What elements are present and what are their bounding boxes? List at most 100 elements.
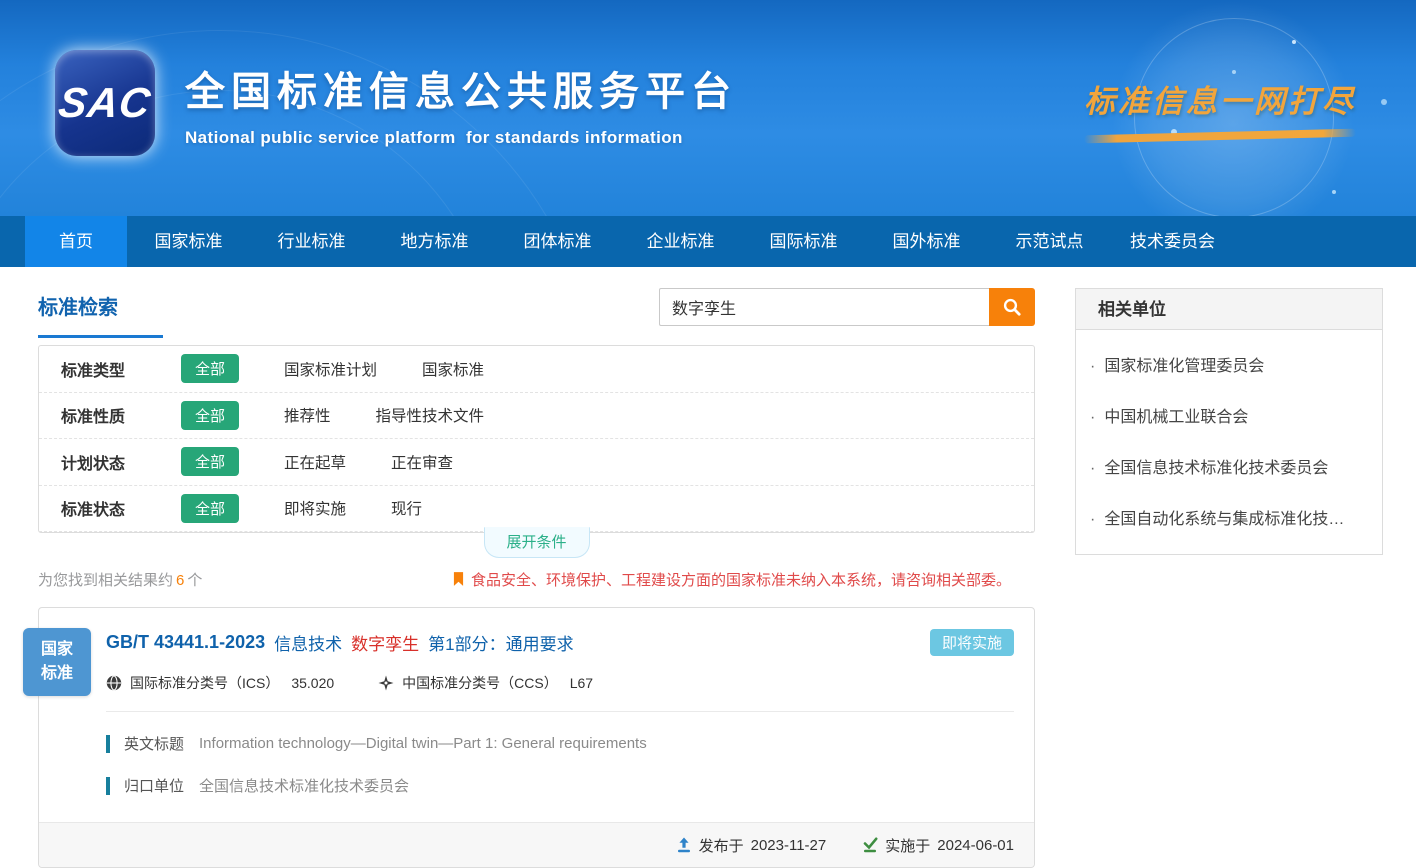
standard-title-part1[interactable]: 信息技术 xyxy=(274,630,342,655)
nav-item-local-standards[interactable]: 地方标准 xyxy=(373,216,496,267)
tab-standard-search[interactable]: 标准检索 xyxy=(38,291,163,338)
ccs-label: 中国标准分类号（CCS） xyxy=(402,673,558,693)
bullet: · xyxy=(1090,358,1095,375)
filter-option[interactable]: 指导性技术文件 xyxy=(376,404,485,426)
nav-item-technical-committees[interactable]: 技术委员会 xyxy=(1111,216,1234,267)
ics-value: 35.020 xyxy=(291,675,334,691)
related-units-title: 相关单位 xyxy=(1076,289,1382,330)
published-label: 发布于 xyxy=(699,835,744,856)
nav-item-pilot-programs[interactable]: 示范试点 xyxy=(988,216,1111,267)
search-input[interactable] xyxy=(659,288,989,326)
filter-option[interactable]: 正在审查 xyxy=(391,451,453,473)
ccs-group: 中国标准分类号（CCS） L67 xyxy=(378,673,593,693)
sac-logo[interactable]: SAC xyxy=(55,50,155,156)
bullet: · xyxy=(1090,460,1095,477)
filter-label: 计划状态 xyxy=(61,450,153,474)
filter-all-badge[interactable]: 全部 xyxy=(181,447,239,476)
nav-item-industry-standards[interactable]: 行业标准 xyxy=(250,216,373,267)
nav-item-enterprise-standards[interactable]: 企业标准 xyxy=(619,216,742,267)
search-box xyxy=(659,288,1035,326)
implemented-date: 2024-06-01 xyxy=(937,837,1014,854)
ics-label: 国际标准分类号（ICS） xyxy=(130,673,279,693)
nav-item-group-standards[interactable]: 团体标准 xyxy=(496,216,619,267)
filter-row-standard-nature: 标准性质 全部 推荐性 指导性技术文件 xyxy=(39,393,1034,440)
filter-option[interactable]: 现行 xyxy=(391,497,422,519)
filter-option[interactable]: 正在起草 xyxy=(284,451,346,473)
search-button[interactable] xyxy=(989,288,1035,326)
nav-item-foreign-standards[interactable]: 国外标准 xyxy=(865,216,988,267)
publish-upload-icon xyxy=(676,837,692,853)
result-meta-row: 为您找到相关结果约6个 食品安全、环境保护、工程建设方面的国家标准未纳入本系统，… xyxy=(38,569,1035,590)
notice-text: 食品安全、环境保护、工程建设方面的国家标准未纳入本系统，请咨询相关部委。 xyxy=(471,569,1011,590)
teal-bar xyxy=(106,735,110,753)
filter-option[interactable]: 推荐性 xyxy=(284,404,331,426)
detail-label: 英文标题 xyxy=(124,733,184,754)
filter-option[interactable]: 国家标准 xyxy=(422,358,484,380)
related-unit-label: 全国信息技术标准化技术委员会 xyxy=(1104,460,1328,477)
related-units-panel: 相关单位 · 国家标准化管理委员会 · 中国机械工业联合会 · 全国信息技术标准化技术… xyxy=(1075,288,1383,555)
detail-label: 归口单位 xyxy=(124,775,184,796)
nav-item-national-standards[interactable]: 国家标准 xyxy=(127,216,250,267)
implemented-date-group: 实施于 2024-06-01 xyxy=(862,835,1014,856)
site-header: SAC 全国标准信息公共服务平台 National public service… xyxy=(0,0,1416,216)
related-unit-item[interactable]: · 全国信息技术标准化技术委员会 xyxy=(1084,440,1368,491)
filter-option[interactable]: 即将实施 xyxy=(284,497,346,519)
standard-type-tag-line1: 国家 xyxy=(23,638,91,662)
site-subtitle: National public service platform for sta… xyxy=(185,128,737,148)
status-badge: 即将实施 xyxy=(930,629,1014,656)
filter-panel: 标准类型 全部 国家标准计划 国家标准 标准性质 全部 推荐性 指导性技术文件 … xyxy=(38,345,1035,533)
detail-row-english-title: 英文标题 Information technology—Digital twin… xyxy=(106,733,1014,754)
globe-icon xyxy=(106,675,122,691)
decorative-dots xyxy=(1292,40,1296,44)
detail-value: Information technology—Digital twin—Part… xyxy=(199,735,647,752)
result-summary: 为您找到相关结果约6个 xyxy=(38,569,202,590)
detail-value: 全国信息技术标准化技术委员会 xyxy=(199,775,409,796)
bookmark-icon xyxy=(453,572,464,587)
page: SAC 全国标准信息公共服务平台 National public service… xyxy=(0,0,1416,868)
standard-type-tag-line2: 标准 xyxy=(23,662,91,686)
slogan-text: 标准信息一网打尽 xyxy=(1084,76,1356,121)
published-date: 2023-11-27 xyxy=(751,837,827,854)
implemented-label: 实施于 xyxy=(885,835,930,856)
related-unit-label: 中国机械工业联合会 xyxy=(1104,409,1248,426)
bullet: · xyxy=(1090,409,1095,426)
standard-code-link[interactable]: GB/T 43441.1-2023 xyxy=(106,632,265,653)
related-unit-label: 全国自动化系统与集成标准化技… xyxy=(1104,511,1344,528)
slogan: 标准信息一网打尽 xyxy=(1084,76,1356,140)
search-section: 标准检索 xyxy=(38,267,1035,345)
standard-title-highlight[interactable]: 数字孪生 xyxy=(351,630,419,655)
filter-all-badge[interactable]: 全部 xyxy=(181,494,239,523)
filter-all-badge[interactable]: 全部 xyxy=(181,354,239,383)
sac-logo-text: SAC xyxy=(56,79,154,127)
related-unit-item[interactable]: · 中国机械工业联合会 xyxy=(1084,389,1368,440)
result-card: 国家 标准 GB/T 43441.1-2023 信息技术 数字孪生 第1部分：通… xyxy=(38,607,1035,868)
magnifier-icon xyxy=(1002,297,1022,317)
result-summary-suffix: 个 xyxy=(187,572,202,589)
implement-check-icon xyxy=(862,837,878,853)
related-unit-item[interactable]: · 全国自动化系统与集成标准化技… xyxy=(1084,491,1368,542)
tab-standard-search-label: 标准检索 xyxy=(38,297,118,319)
ics-group: 国际标准分类号（ICS） 35.020 xyxy=(106,673,334,693)
result-count: 6 xyxy=(176,572,184,589)
card-title-row: GB/T 43441.1-2023 信息技术 数字孪生 第1部分：通用要求 即将… xyxy=(106,629,1014,656)
related-unit-item[interactable]: · 国家标准化管理委员会 xyxy=(1084,338,1368,389)
filter-label: 标准状态 xyxy=(61,496,153,520)
related-units-list: · 国家标准化管理委员会 · 中国机械工业联合会 · 全国信息技术标准化技术委员会 ·… xyxy=(1076,330,1382,554)
filter-row-plan-status: 计划状态 全部 正在起草 正在审查 xyxy=(39,439,1034,486)
bullet: · xyxy=(1090,511,1095,528)
filter-all-badge[interactable]: 全部 xyxy=(181,401,239,430)
detail-row-committee: 归口单位 全国信息技术标准化技术委员会 xyxy=(106,775,1014,796)
published-date-group: 发布于 2023-11-27 xyxy=(676,835,827,856)
nav-item-home[interactable]: 首页 xyxy=(25,216,127,267)
standard-type-tag: 国家 标准 xyxy=(23,628,91,696)
filter-option[interactable]: 国家标准计划 xyxy=(284,358,377,380)
filter-row-standard-status: 标准状态 全部 即将实施 现行 xyxy=(39,486,1034,533)
filter-row-standard-type: 标准类型 全部 国家标准计划 国家标准 xyxy=(39,346,1034,393)
standard-title-part2[interactable]: 第1部分：通用要求 xyxy=(428,630,573,655)
filter-label: 标准类型 xyxy=(61,357,153,381)
related-unit-label: 国家标准化管理委员会 xyxy=(1104,358,1264,375)
nav-item-international-standards[interactable]: 国际标准 xyxy=(742,216,865,267)
card-meta-row: 国际标准分类号（ICS） 35.020 中国标准分类号（CCS） xyxy=(106,673,1014,693)
expand-conditions-button[interactable]: 展开条件 xyxy=(483,527,589,558)
main-nav: 首页 国家标准 行业标准 地方标准 团体标准 企业标准 国际标准 国外标准 示范… xyxy=(0,216,1416,267)
